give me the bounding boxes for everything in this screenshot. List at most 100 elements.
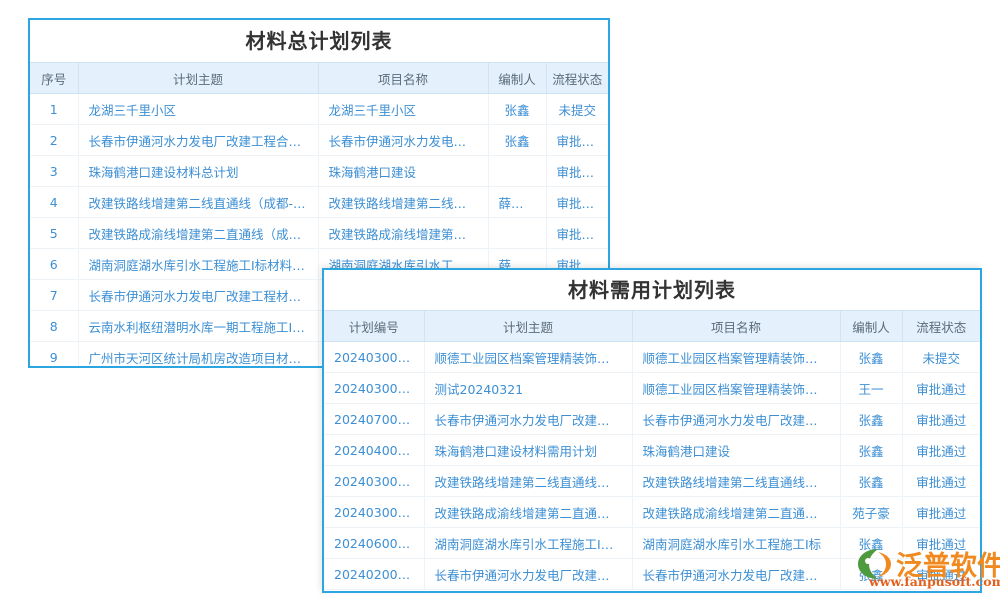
demand-plan-table: 计划编号 计划主题 项目名称 编制人 流程状态 2024030010顺德工业园区… — [324, 310, 980, 590]
cell-index: 9 — [30, 342, 78, 369]
cell-code[interactable]: 2024030010 — [324, 342, 424, 373]
cell-project[interactable]: 湖南洞庭湖水库引水工程施工I标 — [632, 528, 840, 559]
cell-subject[interactable]: 龙湖三千里小区 — [78, 94, 318, 125]
cell-project[interactable]: 长春市伊通河水力发电厂改建工程 — [632, 404, 840, 435]
cell-project[interactable]: 顺德工业园区档案管理精装饰工程（... — [632, 342, 840, 373]
cell-subject[interactable]: 测试20240321 — [424, 373, 632, 404]
cell-index: 5 — [30, 218, 78, 249]
demand-plan-header-row: 计划编号 计划主题 项目名称 编制人 流程状态 — [324, 311, 980, 342]
table-row[interactable]: 2024030001改建铁路线增建第二线直通线（成都...改建铁路线增建第二线直… — [324, 466, 980, 497]
col-header-index[interactable]: 序号 — [30, 63, 78, 94]
table-row[interactable]: 5改建铁路成渝线增建第二直通线（成渝枢纽...改建铁路成渝线增建第二直通线...… — [30, 218, 608, 249]
col-header-project[interactable]: 项目名称 — [318, 63, 488, 94]
col-header-project[interactable]: 项目名称 — [632, 311, 840, 342]
cell-author: 王一 — [840, 373, 902, 404]
status-badge: 未提交 — [902, 342, 980, 373]
cell-code[interactable]: 2024070001 — [324, 404, 424, 435]
table-row[interactable]: 2024060004湖南洞庭湖水库引水工程施工I标材...湖南洞庭湖水库引水工程… — [324, 528, 980, 559]
cell-project[interactable]: 长春市伊通河水力发电厂改建工程 — [632, 559, 840, 590]
table-row[interactable]: 2长春市伊通河水力发电厂改建工程合同材料...长春市伊通河水力发电厂改建工程张鑫… — [30, 125, 608, 156]
cell-subject[interactable]: 顺德工业园区档案管理精装饰工程（... — [424, 342, 632, 373]
screenshot-stage: 材料总计划列表 序号 计划主题 项目名称 编制人 流程状态 1龙湖三千里小区龙湖… — [0, 0, 1000, 600]
col-header-code[interactable]: 计划编号 — [324, 311, 424, 342]
status-badge: 审批通过 — [902, 435, 980, 466]
cell-project[interactable]: 顺德工业园区档案管理精装饰工程（... — [632, 373, 840, 404]
table-row[interactable]: 3珠海鹤港口建设材料总计划珠海鹤港口建设 审批通过 — [30, 156, 608, 187]
cell-subject[interactable]: 长春市伊通河水力发电厂改建工程材... — [424, 559, 632, 590]
cell-index: 4 — [30, 187, 78, 218]
demand-plan-title: 材料需用计划列表 — [324, 270, 980, 310]
cell-index: 8 — [30, 311, 78, 342]
total-plan-title: 材料总计划列表 — [30, 20, 608, 62]
cell-author: 薛保丰 — [488, 187, 546, 218]
table-row[interactable]: 4改建铁路线增建第二线直通线（成都-西安）...改建铁路线增建第二线直通线（..… — [30, 187, 608, 218]
status-badge: 审批通过 — [546, 187, 608, 218]
cell-author: 张鑫 — [488, 125, 546, 156]
cell-subject[interactable]: 改建铁路线增建第二线直通线（成都-西安）... — [78, 187, 318, 218]
cell-author: 张鑫 — [840, 435, 902, 466]
cell-project[interactable]: 长春市伊通河水力发电厂改建工程 — [318, 125, 488, 156]
cell-subject[interactable]: 珠海鹤港口建设材料总计划 — [78, 156, 318, 187]
status-badge: 未提交 — [546, 94, 608, 125]
cell-index: 3 — [30, 156, 78, 187]
cell-index: 1 — [30, 94, 78, 125]
table-row[interactable]: 2024040003珠海鹤港口建设材料需用计划珠海鹤港口建设张鑫审批通过 — [324, 435, 980, 466]
status-badge: 审批通过 — [546, 156, 608, 187]
col-header-subject[interactable]: 计划主题 — [78, 63, 318, 94]
col-header-author[interactable]: 编制人 — [488, 63, 546, 94]
table-row[interactable]: 2024030009测试20240321顺德工业园区档案管理精装饰工程（...王… — [324, 373, 980, 404]
table-row[interactable]: 1龙湖三千里小区龙湖三千里小区张鑫未提交 — [30, 94, 608, 125]
cell-index: 7 — [30, 280, 78, 311]
col-header-author[interactable]: 编制人 — [840, 311, 902, 342]
cell-subject[interactable]: 云南水利枢纽潜明水库一期工程施工I标材料... — [78, 311, 318, 342]
cell-project[interactable]: 改建铁路成渝线增建第二直通线... — [318, 218, 488, 249]
col-header-state[interactable]: 流程状态 — [546, 63, 608, 94]
table-row[interactable]: 2024020005长春市伊通河水力发电厂改建工程材...长春市伊通河水力发电厂… — [324, 559, 980, 590]
cell-project[interactable]: 珠海鹤港口建设 — [632, 435, 840, 466]
cell-subject[interactable]: 长春市伊通河水力发电厂改建工程合同材料... — [78, 125, 318, 156]
status-badge: 审批通过 — [546, 218, 608, 249]
cell-subject[interactable]: 改建铁路成渝线增建第二直通线（成... — [424, 497, 632, 528]
cell-author: 张鑫 — [840, 342, 902, 373]
status-badge: 审批通过 — [902, 497, 980, 528]
cell-index: 6 — [30, 249, 78, 280]
cell-subject[interactable]: 珠海鹤港口建设材料需用计划 — [424, 435, 632, 466]
cell-project[interactable]: 珠海鹤港口建设 — [318, 156, 488, 187]
table-row[interactable]: 2024030010顺德工业园区档案管理精装饰工程（...顺德工业园区档案管理精… — [324, 342, 980, 373]
table-row[interactable]: 2024070001长春市伊通河水力发电厂改建工程合...长春市伊通河水力发电厂… — [324, 404, 980, 435]
cell-project[interactable]: 改建铁路线增建第二线直通线（... — [318, 187, 488, 218]
material-demand-plan-panel: 材料需用计划列表 计划编号 计划主题 项目名称 编制人 流程状态 2024030… — [322, 268, 982, 593]
cell-code[interactable]: 2024020005 — [324, 559, 424, 590]
cell-author: 苑子豪 — [840, 497, 902, 528]
cell-project[interactable]: 改建铁路成渝线增建第二直通线（成... — [632, 497, 840, 528]
cell-subject[interactable]: 湖南洞庭湖水库引水工程施工I标材料总计划 — [78, 249, 318, 280]
status-badge: 审批通过 — [902, 559, 980, 590]
col-header-state[interactable]: 流程状态 — [902, 311, 980, 342]
status-badge: 审批通过 — [902, 373, 980, 404]
cell-author: 张鑫 — [840, 466, 902, 497]
col-header-subject[interactable]: 计划主题 — [424, 311, 632, 342]
cell-project[interactable]: 龙湖三千里小区 — [318, 94, 488, 125]
cell-subject[interactable]: 改建铁路线增建第二线直通线（成都... — [424, 466, 632, 497]
cell-subject[interactable]: 长春市伊通河水力发电厂改建工程材料总计划 — [78, 280, 318, 311]
status-badge: 审批通过 — [546, 125, 608, 156]
cell-author — [488, 156, 546, 187]
cell-code[interactable]: 2024040003 — [324, 435, 424, 466]
cell-code[interactable]: 2024030001 — [324, 466, 424, 497]
cell-author: 张鑫 — [840, 404, 902, 435]
cell-subject[interactable]: 湖南洞庭湖水库引水工程施工I标材... — [424, 528, 632, 559]
status-badge: 审批通过 — [902, 466, 980, 497]
cell-subject[interactable]: 广州市天河区统计局机房改造项目材料总计划 — [78, 342, 318, 369]
cell-subject[interactable]: 长春市伊通河水力发电厂改建工程合... — [424, 404, 632, 435]
cell-author: 张鑫 — [840, 528, 902, 559]
cell-code[interactable]: 2024030002 — [324, 497, 424, 528]
cell-author: 张鑫 — [488, 94, 546, 125]
table-row[interactable]: 2024030002改建铁路成渝线增建第二直通线（成...改建铁路成渝线增建第二… — [324, 497, 980, 528]
cell-subject[interactable]: 改建铁路成渝线增建第二直通线（成渝枢纽... — [78, 218, 318, 249]
cell-project[interactable]: 改建铁路线增建第二线直通线（成都... — [632, 466, 840, 497]
status-badge: 审批通过 — [902, 528, 980, 559]
cell-index: 2 — [30, 125, 78, 156]
cell-code[interactable]: 2024030009 — [324, 373, 424, 404]
total-plan-header-row: 序号 计划主题 项目名称 编制人 流程状态 — [30, 63, 608, 94]
cell-code[interactable]: 2024060004 — [324, 528, 424, 559]
